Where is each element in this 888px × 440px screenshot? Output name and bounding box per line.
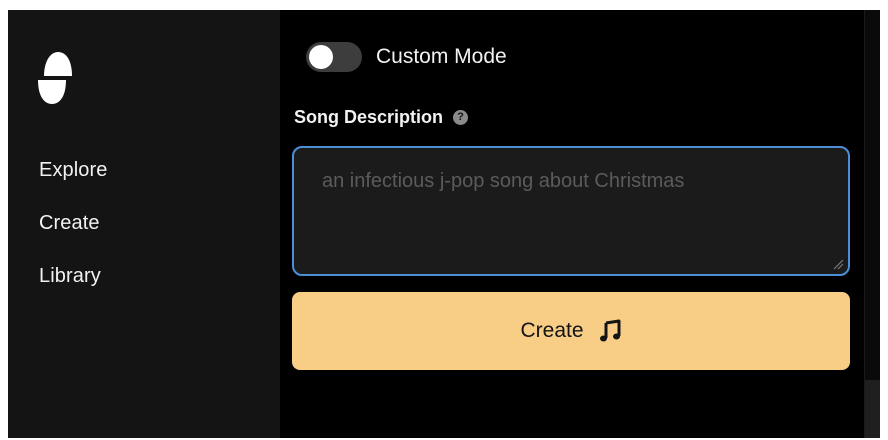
music-note-icon (599, 319, 621, 342)
sidebar-item-library[interactable]: Library (39, 262, 108, 315)
sidebar: Explore Create Library (8, 10, 280, 438)
right-panel-edge (864, 10, 880, 438)
sidebar-item-create[interactable]: Create (39, 209, 108, 262)
custom-mode-row: Custom Mode (306, 42, 507, 72)
create-button[interactable]: Create (292, 292, 850, 370)
right-panel-edge-lower (865, 380, 880, 438)
create-button-label: Create (520, 319, 584, 342)
toggle-knob (309, 45, 333, 69)
song-description-input[interactable]: an infectious j-pop song about Christmas (292, 146, 850, 276)
resize-handle-icon[interactable] (832, 258, 844, 270)
song-description-label: Song Description (294, 107, 444, 127)
app-window: Explore Create Library Custom Mode Song … (8, 10, 880, 438)
custom-mode-toggle[interactable] (306, 42, 362, 72)
song-description-header: Song Description ? (294, 107, 469, 128)
create-panel: Custom Mode Song Description ? an infect… (280, 10, 864, 438)
question-circle-icon[interactable]: ? (453, 110, 469, 125)
sidebar-item-explore[interactable]: Explore (39, 156, 108, 209)
song-description-placeholder: an infectious j-pop song about Christmas (322, 170, 685, 192)
sidebar-nav: Explore Create Library (39, 156, 108, 315)
custom-mode-label: Custom Mode (376, 45, 507, 68)
suno-wave-logo-icon[interactable] (36, 50, 74, 106)
